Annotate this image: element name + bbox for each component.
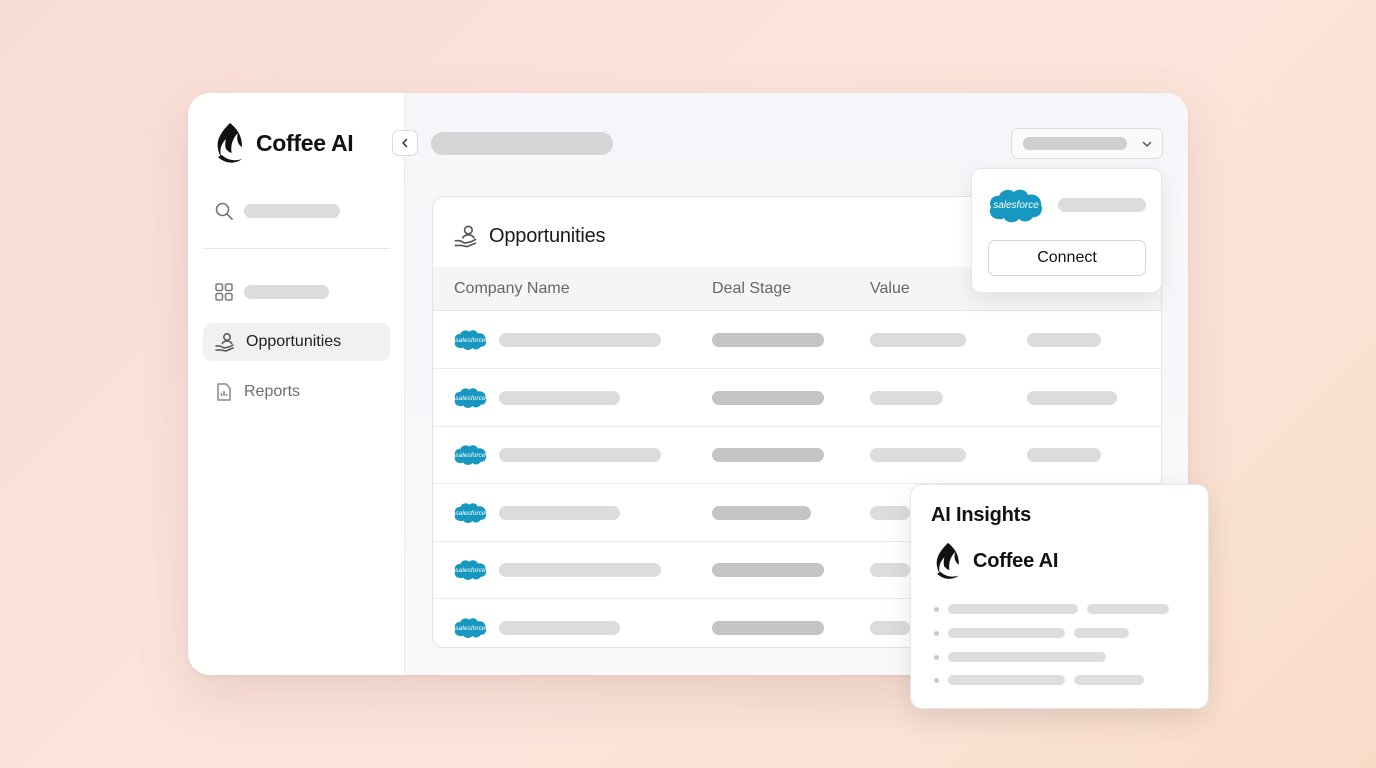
company-name-placeholder xyxy=(499,505,620,520)
hand-user-icon xyxy=(215,333,234,352)
insight-item xyxy=(934,675,1144,685)
insight-item xyxy=(934,628,1129,638)
connect-button[interactable]: Connect xyxy=(988,240,1146,276)
collapse-sidebar-button[interactable] xyxy=(392,130,418,156)
value-placeholder xyxy=(870,563,910,577)
sidebar: Coffee AI Opportunities Reports xyxy=(188,93,405,675)
hand-user-icon xyxy=(454,225,477,248)
salesforce-logo-icon: salesforce xyxy=(454,445,487,465)
salesforce-logo-icon: salesforce xyxy=(454,387,487,408)
search-bar[interactable] xyxy=(214,201,340,221)
brand-name: Coffee AI xyxy=(256,129,354,156)
table-row[interactable]: salesforce xyxy=(433,369,1161,427)
bullet xyxy=(934,606,939,612)
insight-text-placeholder xyxy=(948,675,1065,685)
card-header: Opportunities xyxy=(453,223,606,249)
sidebar-divider xyxy=(203,248,390,249)
insight-text-placeholder xyxy=(948,628,1065,638)
insight-text-placeholder xyxy=(1074,675,1144,685)
svg-text:salesforce: salesforce xyxy=(993,200,1039,211)
salesforce-logo-icon: salesforce xyxy=(454,560,487,580)
sidebar-item-placeholder xyxy=(244,285,329,299)
column-header-deal-stage[interactable]: Deal Stage xyxy=(712,280,791,298)
svg-text:salesforce: salesforce xyxy=(455,337,486,344)
sidebar-item-label: Reports xyxy=(244,383,301,400)
column-header-value[interactable]: Value xyxy=(870,280,910,298)
insights-brand-name: Coffee AI xyxy=(973,549,1059,572)
svg-text:salesforce: salesforce xyxy=(455,567,486,574)
value-placeholder xyxy=(870,620,910,635)
sidebar-item-opportunities[interactable]: Opportunities xyxy=(203,323,390,361)
card-title: Opportunities xyxy=(489,224,606,247)
coffee-ai-logo-icon xyxy=(217,123,242,163)
insight-text-placeholder xyxy=(948,604,1078,614)
insight-item xyxy=(934,604,1169,614)
insight-text-placeholder xyxy=(1074,628,1129,638)
status-placeholder xyxy=(1027,390,1117,405)
insight-item xyxy=(934,652,1106,662)
brand-logo[interactable]: Coffee AI xyxy=(212,121,354,165)
svg-text:salesforce: salesforce xyxy=(455,452,486,459)
column-header-company[interactable]: Company Name xyxy=(454,280,570,298)
value-placeholder xyxy=(870,333,966,347)
coffee-ai-logo-icon xyxy=(936,542,959,579)
svg-text:salesforce: salesforce xyxy=(455,509,486,516)
insight-text-placeholder xyxy=(1087,604,1169,614)
status-placeholder xyxy=(1027,333,1101,347)
chevron-down-icon xyxy=(1142,141,1152,147)
salesforce-logo-icon: salesforce xyxy=(454,617,487,638)
value-placeholder xyxy=(870,390,943,405)
search-placeholder xyxy=(244,204,340,218)
value-placeholder xyxy=(870,505,910,520)
company-name-placeholder xyxy=(499,563,661,577)
svg-text:salesforce: salesforce xyxy=(455,394,486,401)
status-placeholder xyxy=(1027,448,1101,462)
connect-popover: salesforce Connect xyxy=(971,168,1162,293)
sidebar-item-label: Opportunities xyxy=(246,333,342,350)
report-icon xyxy=(217,383,231,401)
chevron-left-icon xyxy=(402,138,408,148)
bullet xyxy=(934,654,939,660)
ai-insights-panel: AI Insights Coffee AI xyxy=(910,484,1209,709)
salesforce-logo-icon: salesforce xyxy=(989,189,1043,223)
sidebar-item-dashboard[interactable] xyxy=(203,273,390,311)
integration-select[interactable] xyxy=(1011,128,1163,159)
provider-name-placeholder xyxy=(1058,198,1146,212)
page-title-placeholder xyxy=(431,132,613,155)
company-name-placeholder xyxy=(499,620,620,635)
salesforce-logo-icon: salesforce xyxy=(454,502,487,523)
deal-stage-placeholder xyxy=(712,333,824,347)
deal-stage-placeholder xyxy=(712,620,824,635)
insights-brand: Coffee AI xyxy=(931,541,1058,581)
salesforce-logo-icon: salesforce xyxy=(454,330,487,350)
deal-stage-placeholder xyxy=(712,505,811,520)
search-icon xyxy=(215,202,233,220)
insight-text-placeholder xyxy=(948,652,1106,662)
company-name-placeholder xyxy=(499,333,661,347)
deal-stage-placeholder xyxy=(712,390,824,405)
table-row[interactable]: salesforce xyxy=(433,426,1161,484)
value-placeholder xyxy=(870,448,966,462)
select-value-placeholder xyxy=(1023,137,1127,150)
bullet xyxy=(934,630,939,636)
bullet xyxy=(934,677,939,683)
grid-icon xyxy=(215,283,233,301)
svg-text:salesforce: salesforce xyxy=(455,624,486,631)
deal-stage-placeholder xyxy=(712,448,824,462)
sidebar-item-reports[interactable]: Reports xyxy=(203,373,390,411)
insights-title: AI Insights xyxy=(931,504,1032,526)
company-name-placeholder xyxy=(499,448,661,462)
company-name-placeholder xyxy=(499,390,620,405)
deal-stage-placeholder xyxy=(712,563,824,577)
table-row[interactable]: salesforce xyxy=(433,311,1161,369)
